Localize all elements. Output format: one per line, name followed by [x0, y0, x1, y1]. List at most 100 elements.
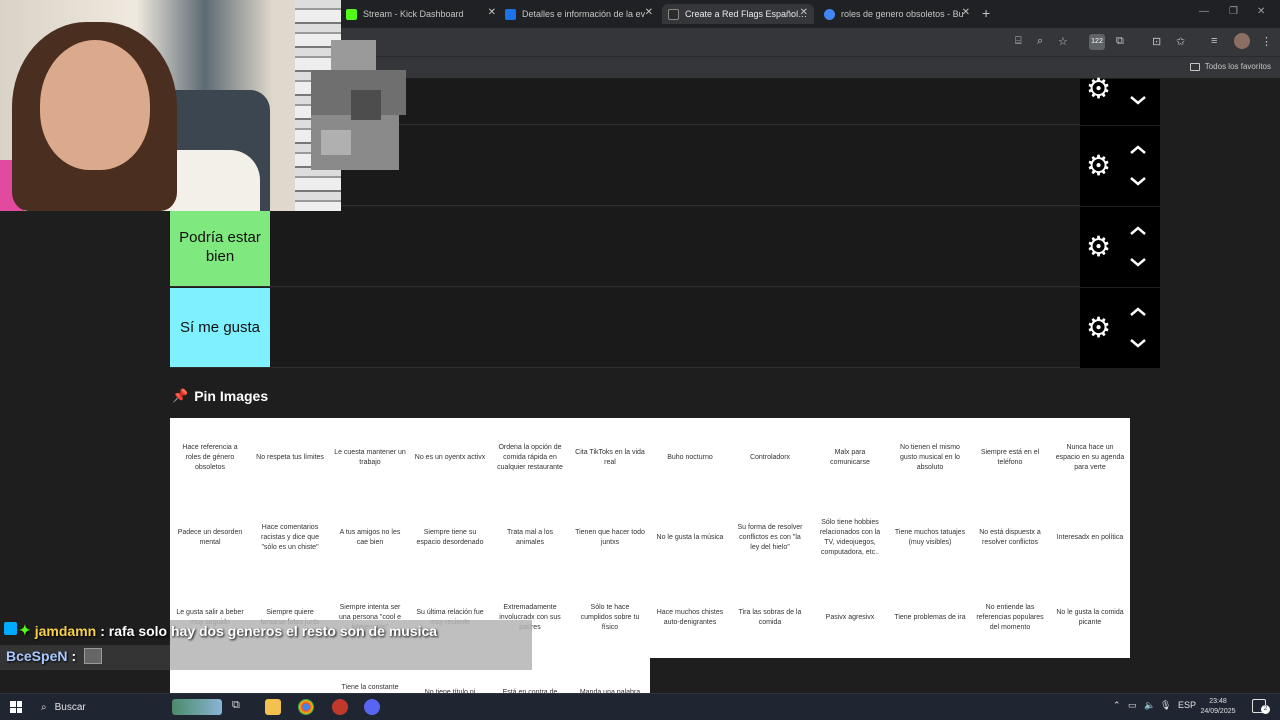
- tier-card[interactable]: Ordena la opción de comida rápida en cua…: [490, 418, 570, 498]
- tier-card[interactable]: Padece un desorden mental: [170, 498, 250, 578]
- obs-icon[interactable]: [332, 699, 348, 715]
- close-icon[interactable]: ✕: [488, 7, 496, 18]
- favorites-icon[interactable]: ✩: [1176, 35, 1185, 48]
- volume-icon[interactable]: 🔈: [1144, 700, 1155, 711]
- tier-row-si-me-gusta[interactable]: Sí me gusta: [170, 288, 1080, 368]
- tier-card[interactable]: Siempre tiene su espacio desordenado: [410, 498, 490, 578]
- minimize-icon[interactable]: —: [1199, 6, 1209, 17]
- pin-images-toggle[interactable]: 📌 Pin Images: [172, 388, 268, 404]
- task-view-icon[interactable]: ⧉: [232, 699, 248, 715]
- tier-card[interactable]: No respeta tus límites: [250, 418, 330, 498]
- windows-start-icon[interactable]: [10, 701, 22, 713]
- tab-kick-dashboard[interactable]: Stream - Kick Dashboard ✕: [346, 4, 496, 24]
- tier-card[interactable]: Su forma de resolver conflictos es con "…: [730, 498, 810, 578]
- new-tab-button[interactable]: +: [982, 5, 990, 21]
- close-icon[interactable]: ✕: [645, 7, 653, 18]
- maximize-icon[interactable]: ❐: [1229, 6, 1238, 17]
- zoom-icon[interactable]: ⌕: [1037, 35, 1043, 48]
- discord-icon[interactable]: [364, 699, 380, 715]
- tier-card[interactable]: Interesadx en política: [1050, 498, 1130, 578]
- chat-text: : rafa solo hay dos generos el resto son…: [100, 622, 438, 639]
- all-bookmarks-button[interactable]: Todos los favoritos: [1189, 62, 1271, 71]
- pushpin-icon: 📌: [172, 388, 189, 403]
- tray-chevron-icon[interactable]: ⌃: [1113, 700, 1121, 711]
- tier-card[interactable]: Le cuesta mantener un trabajo: [330, 418, 410, 498]
- extension-badge[interactable]: 122: [1089, 34, 1105, 50]
- kick-badge-icon: ✦: [19, 622, 31, 638]
- tier-card[interactable]: Sólo te hace cumplidos sobre tu físico: [570, 578, 650, 658]
- badge-icon: [4, 622, 17, 635]
- tier-card[interactable]: Hace muchos chistes auto-denigrantes: [650, 578, 730, 658]
- widget-icon[interactable]: [172, 699, 222, 715]
- tier-card[interactable]: No es un oyentx activx: [410, 418, 490, 498]
- tiermaker-favicon-icon: [668, 8, 679, 20]
- tier-card[interactable]: No tienen el mismo gusto musical en lo a…: [890, 418, 970, 498]
- chrome-icon[interactable]: [298, 699, 314, 715]
- network-icon[interactable]: ▭: [1128, 700, 1137, 711]
- tier-card[interactable]: Sólo tiene hobbies relacionados con la T…: [810, 498, 890, 578]
- menu-kebab-icon[interactable]: ⋮: [1261, 35, 1272, 48]
- tier-card[interactable]: Tiene muchos tatuajes (muy visibles): [890, 498, 970, 578]
- gear-icon[interactable]: ⚙: [1086, 75, 1111, 103]
- chevron-down-icon[interactable]: [1128, 93, 1148, 107]
- gear-icon[interactable]: ⚙: [1086, 314, 1111, 342]
- chevron-up-icon[interactable]: [1128, 143, 1148, 157]
- chevron-down-icon[interactable]: [1128, 336, 1148, 350]
- tier-card[interactable]: No le gusta la música: [650, 498, 730, 578]
- tier-card[interactable]: A tus amigos no les cae bien: [330, 498, 410, 578]
- tab-tier-list[interactable]: Create a Red Flags Español Tier ✕: [662, 4, 814, 24]
- tab-google-search[interactable]: roles de genero obsoletos - Bu ✕: [824, 4, 970, 24]
- reading-list-icon[interactable]: ≡: [1211, 35, 1217, 47]
- windows-taskbar: ⌕ Buscar ⧉ ⌃ ▭ 🔈 🎙 ESP 23:48 24/09/2025 …: [0, 693, 1280, 720]
- tier-card[interactable]: Cita TikToks en la vida real: [570, 418, 650, 498]
- tier-card[interactable]: Hace comentarios racistas y dice que "só…: [250, 498, 330, 578]
- close-icon[interactable]: ✕: [800, 7, 808, 18]
- file-explorer-icon[interactable]: [265, 699, 281, 715]
- tier-card[interactable]: No entiende las referencias populares de…: [970, 578, 1050, 658]
- tab-event-details[interactable]: Detalles e información de la ev ✕: [505, 4, 653, 24]
- notification-count: 2: [1261, 705, 1270, 714]
- close-window-icon[interactable]: ✕: [1257, 6, 1265, 17]
- tier-card[interactable]: Tiene problemas de ira: [890, 578, 970, 658]
- translate-icon[interactable]: ⌸: [1015, 35, 1022, 48]
- taskbar-clock[interactable]: 23:48 24/09/2025: [1198, 697, 1238, 717]
- chat-username: jamdamn: [34, 622, 97, 639]
- chat-text: :: [71, 647, 77, 664]
- taskbar-search[interactable]: ⌕ Buscar: [33, 694, 173, 720]
- webcam-overlay: [0, 0, 341, 211]
- screen: Stream - Kick Dashboard ✕ Detalles e inf…: [0, 0, 1280, 720]
- chevron-up-icon[interactable]: [1128, 224, 1148, 238]
- gear-icon[interactable]: ⚙: [1086, 152, 1111, 180]
- tier-card[interactable]: Hace referencia a roles de género obsole…: [170, 418, 250, 498]
- language-indicator[interactable]: ESP: [1178, 700, 1196, 710]
- close-icon[interactable]: ✕: [962, 7, 970, 18]
- tier-card[interactable]: Buho nocturno: [650, 418, 730, 498]
- tier-controls-4: ⚙: [1080, 288, 1160, 368]
- tier-card[interactable]: Tira las sobras de la comida: [730, 578, 810, 658]
- screenshot-icon[interactable]: ⊡: [1152, 35, 1161, 48]
- tier-row-podria-estar-bien[interactable]: Podría estar bien: [170, 207, 1080, 287]
- bookmark-star-icon[interactable]: ☆: [1058, 35, 1068, 48]
- tier-label[interactable]: Sí me gusta: [170, 288, 270, 367]
- tier-label[interactable]: Podría estar bien: [170, 207, 270, 286]
- extensions-icon[interactable]: ⧉: [1116, 35, 1124, 48]
- folder-icon: [1189, 62, 1200, 71]
- tier-card[interactable]: Malx para comunicarse: [810, 418, 890, 498]
- profile-avatar[interactable]: [1234, 33, 1250, 49]
- gear-icon[interactable]: ⚙: [1086, 233, 1111, 261]
- chevron-down-icon[interactable]: [1128, 174, 1148, 188]
- tier-card[interactable]: Tienen que hacer todo juntxs: [570, 498, 650, 578]
- tier-card[interactable]: No le gusta la comida picante: [1050, 578, 1130, 658]
- tier-card[interactable]: No está dispuestx a resolver conflictos: [970, 498, 1050, 578]
- tier-card[interactable]: Manda una palabra: [570, 658, 650, 693]
- tier-card[interactable]: Pasivx agresivx: [810, 578, 890, 658]
- emote-icon: [84, 647, 103, 664]
- microphone-icon[interactable]: 🎙: [1160, 700, 1171, 711]
- chevron-up-icon[interactable]: [1128, 305, 1148, 319]
- pixelated-overlay: [311, 40, 406, 170]
- tier-card[interactable]: Controladorx: [730, 418, 810, 498]
- tier-card[interactable]: Siempre está en el teléfono: [970, 418, 1050, 498]
- tier-card[interactable]: Nunca hace un espacio en su agenda para …: [1050, 418, 1130, 498]
- chevron-down-icon[interactable]: [1128, 255, 1148, 269]
- tier-card[interactable]: Trata mal a los animales: [490, 498, 570, 578]
